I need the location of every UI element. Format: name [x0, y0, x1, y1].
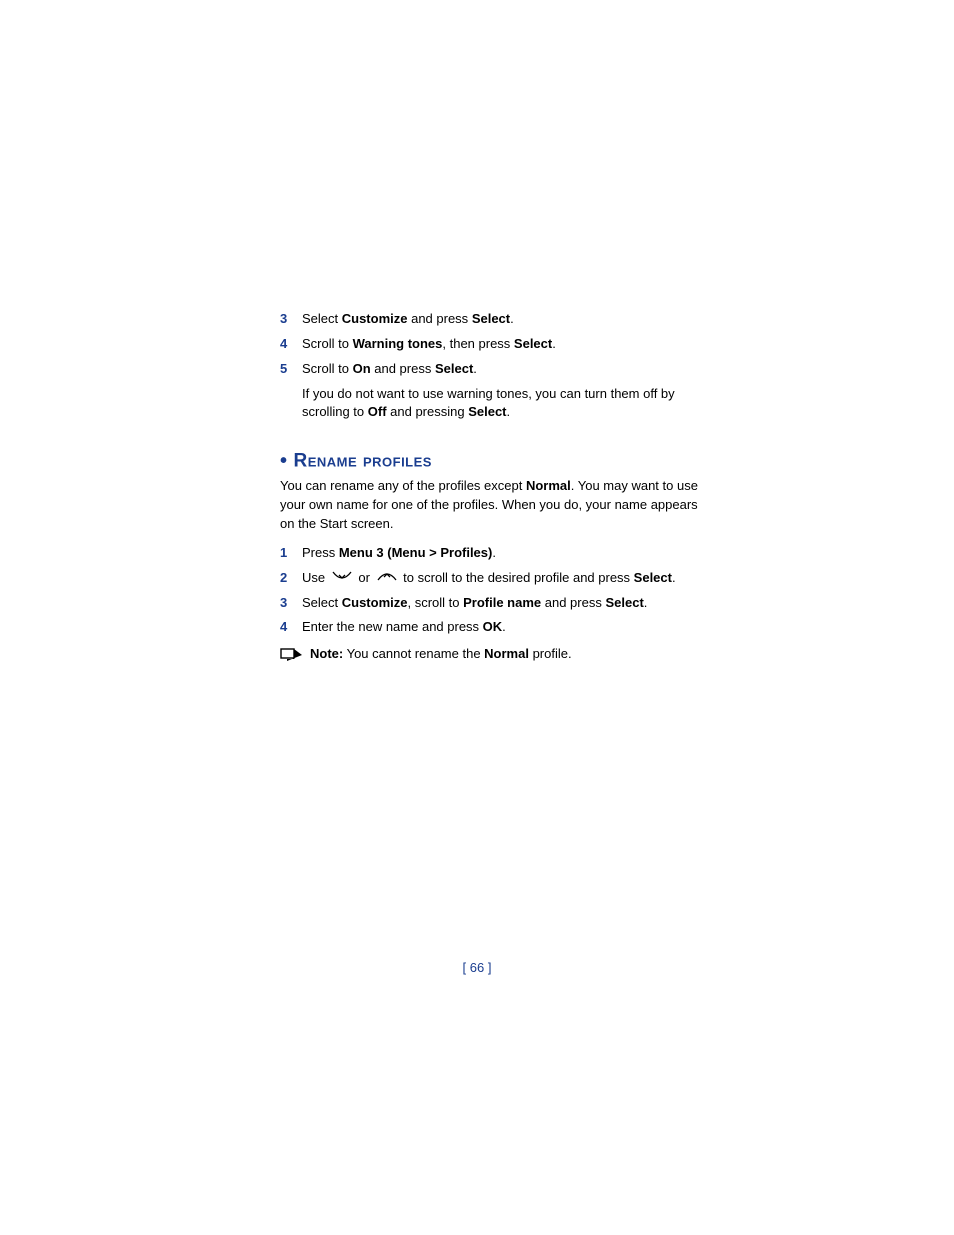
step-item: 4 Enter the new name and press OK.	[280, 618, 704, 637]
step-number: 2	[280, 569, 302, 588]
note-label: Note:	[310, 646, 343, 661]
text: .	[502, 619, 506, 634]
bold-term: Select	[514, 336, 552, 351]
bold-term: Normal	[484, 646, 529, 661]
text: or	[358, 570, 373, 585]
bold-term: Customize	[342, 311, 408, 326]
bullet-icon: •	[280, 450, 288, 472]
note-text: Note: You cannot rename the Normal profi…	[310, 645, 572, 664]
bold-term: Off	[368, 404, 387, 419]
document-page: 3 Select Customize and press Select. 4 S…	[0, 0, 954, 669]
step-text: Select Customize and press Select.	[302, 310, 704, 329]
bold-term: (Menu > Profiles)	[384, 545, 493, 560]
bold-term: Normal	[526, 478, 571, 493]
note-icon	[280, 647, 306, 669]
text: You can rename any of the profiles excep…	[280, 478, 526, 493]
text: .	[492, 545, 496, 560]
followup-paragraph: If you do not want to use warning tones,…	[302, 385, 704, 423]
bold-term: On	[353, 361, 371, 376]
text: and press	[407, 311, 471, 326]
text: profile.	[529, 646, 572, 661]
section-heading-rename-profiles: • Rename profiles	[280, 450, 704, 473]
text: Scroll to	[302, 361, 353, 376]
step-item: 3 Select Customize and press Select.	[280, 310, 704, 329]
text: Select	[302, 595, 342, 610]
text: .	[507, 404, 511, 419]
step-number: 1	[280, 544, 302, 563]
step-number: 3	[280, 594, 302, 613]
text: Scroll to	[302, 336, 353, 351]
step-number: 4	[280, 335, 302, 354]
step-item: 2 Use or to scroll to the desired profil…	[280, 569, 704, 588]
down-key-icon	[331, 569, 353, 588]
step-text: Scroll to On and press Select.	[302, 360, 704, 379]
intro-paragraph: You can rename any of the profiles excep…	[280, 477, 704, 534]
note-block: Note: You cannot rename the Normal profi…	[280, 645, 704, 669]
text: and press	[371, 361, 435, 376]
bold-term: Select	[634, 570, 672, 585]
bold-term: Select	[605, 595, 643, 610]
step-item: 4 Scroll to Warning tones, then press Se…	[280, 335, 704, 354]
text: Use	[302, 570, 329, 585]
text: You cannot rename the	[343, 646, 484, 661]
heading-text: Rename profiles	[294, 451, 432, 472]
step-number: 5	[280, 360, 302, 379]
text: .	[510, 311, 514, 326]
bold-term: Select	[435, 361, 473, 376]
bold-term: Select	[472, 311, 510, 326]
text: .	[644, 595, 648, 610]
text: .	[473, 361, 477, 376]
text: and pressing	[387, 404, 469, 419]
text: and press	[541, 595, 605, 610]
step-item: 3 Select Customize, scroll to Profile na…	[280, 594, 704, 613]
bold-term: Customize	[342, 595, 408, 610]
step-item: 1 Press Menu 3 (Menu > Profiles).	[280, 544, 704, 563]
step-text: Scroll to Warning tones, then press Sele…	[302, 335, 704, 354]
bold-term: OK	[483, 619, 503, 634]
text: Enter the new name and press	[302, 619, 483, 634]
bold-term: Profile name	[463, 595, 541, 610]
text: , then press	[442, 336, 514, 351]
step-text: Select Customize, scroll to Profile name…	[302, 594, 704, 613]
step-text: Use or to scroll to the desired profile …	[302, 569, 704, 588]
step-number: 4	[280, 618, 302, 637]
step-item: 5 Scroll to On and press Select.	[280, 360, 704, 379]
text: .	[552, 336, 556, 351]
page-number: [ 66 ]	[0, 960, 954, 975]
text: to scroll to the desired profile and pre…	[403, 570, 634, 585]
bold-term: Warning tones	[353, 336, 443, 351]
bold-term: Select	[468, 404, 506, 419]
text: Press	[302, 545, 339, 560]
step-text: Press Menu 3 (Menu > Profiles).	[302, 544, 704, 563]
text: Select	[302, 311, 342, 326]
text: .	[672, 570, 676, 585]
step-number: 3	[280, 310, 302, 329]
step-text: Enter the new name and press OK.	[302, 618, 704, 637]
text: , scroll to	[407, 595, 463, 610]
bold-term: Menu 3	[339, 545, 384, 560]
up-key-icon	[376, 569, 398, 588]
